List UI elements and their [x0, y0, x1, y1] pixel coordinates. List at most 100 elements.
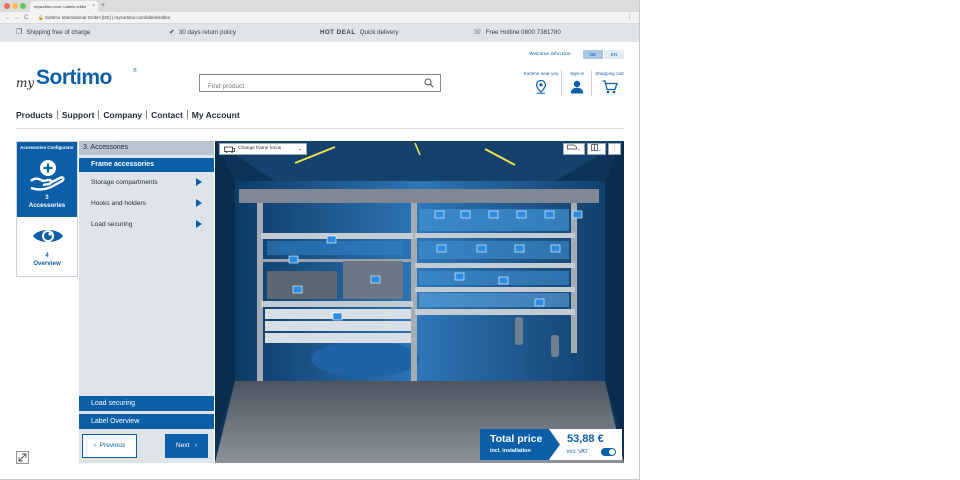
header-divider [16, 128, 624, 129]
info-strip: ❒ Shipping free of charge ✔ 30 days return… [0, 24, 639, 42]
next-button[interactable]: Next › [165, 434, 208, 458]
nav-products[interactable]: Products [16, 110, 53, 120]
tab-close-icon[interactable]: × [92, 1, 95, 12]
url-separator: | [111, 15, 114, 20]
sign-in-link[interactable]: Sign in [565, 71, 589, 97]
sortimo-logo[interactable]: my Sortimo ® [16, 66, 138, 96]
new-tab-icon[interactable]: + [101, 0, 105, 12]
lock-icon: 🔒 [38, 15, 44, 20]
menu-item-storage-compartments[interactable]: Storage compartments [79, 172, 214, 193]
checkmark-icon: ✔ [169, 29, 175, 36]
chevron-down-icon: ⌄ [297, 146, 302, 152]
user-icon [570, 80, 584, 94]
package-icon: ❒ [16, 29, 23, 36]
hot-deal-label: HOT DEAL [320, 29, 356, 36]
step-label: Accessories [28, 202, 66, 209]
total-price-label: Total price incl. installation [480, 429, 560, 460]
focus-label: Change frame focus [238, 146, 282, 151]
vat-label: incl. VAT [567, 449, 588, 455]
url-path: mysortimo.com/labels/editor [114, 15, 171, 20]
van-view-dropdown[interactable]: ⌄ [562, 143, 585, 155]
close-window-dot[interactable] [4, 3, 10, 9]
menu-item-load-securing[interactable]: Load securing [79, 214, 214, 235]
step-number: 4 [45, 252, 49, 259]
section-load-securing[interactable]: Load securing [79, 396, 214, 411]
change-frame-focus-dropdown[interactable]: Change frame focus ⌄ [219, 143, 307, 155]
nav-company[interactable]: Company [103, 110, 142, 120]
nav-contact[interactable]: Contact [151, 110, 183, 120]
search-icon[interactable] [424, 78, 434, 88]
step-label: Overview [33, 260, 61, 267]
total-price-title: Total price [490, 433, 543, 445]
van-icon [224, 146, 235, 153]
layout-view-dropdown[interactable]: ⌄ [586, 143, 606, 155]
sortimo-near-you-link[interactable]: Sortimo near you [523, 71, 559, 97]
nav-support[interactable]: Support [62, 110, 95, 120]
nav-divider [186, 110, 188, 119]
utility-divider [561, 70, 562, 96]
browser-window: mysortimo.com: Labels editor × + ← → C 🔒… [0, 0, 640, 480]
toggle-knob [609, 449, 615, 455]
total-price-box: Total price incl. installation 53,88 € i… [480, 429, 622, 460]
step-number: 3 [45, 194, 49, 201]
phone-icon: ☏ [473, 29, 482, 36]
chevron-right-icon: › [194, 442, 198, 449]
minimize-window-dot[interactable] [12, 3, 18, 9]
configurator-steps: Accessories Configurator 3 Accessories 4… [16, 141, 78, 277]
more-options-button[interactable]: ⋮ [608, 143, 621, 155]
chevron-down-icon: ⌄ [597, 147, 602, 153]
total-price-value: 53,88 € [567, 433, 604, 445]
menu-item-frame-accessories[interactable]: Frame accessories [79, 158, 214, 172]
returns-info: ✔ 30 days return policy [169, 29, 236, 36]
chevron-right-icon [196, 178, 202, 186]
search-box [199, 74, 441, 95]
chevron-right-icon [196, 220, 202, 228]
nav-my-account[interactable]: My Account [192, 110, 240, 120]
nav-divider [146, 110, 148, 119]
shipping-info: ❒ Shipping free of charge [16, 29, 91, 36]
nav-divider [56, 110, 58, 119]
location-pin-icon [536, 80, 546, 94]
forward-arrow-icon[interactable]: → [14, 12, 20, 24]
hot-deal-info[interactable]: HOT DEAL Quick delivery [320, 24, 398, 42]
van-interior-scene[interactable] [215, 141, 624, 463]
browser-tab[interactable]: mysortimo.com: Labels editor × [30, 1, 98, 12]
more-vertical-icon: ⋮ [612, 146, 617, 152]
van-side-icon [566, 144, 577, 150]
main-navigation: Products Support Company Contact My Account [16, 110, 240, 120]
menu-item-hooks-and-holders[interactable]: Hooks and holders [79, 193, 214, 214]
reload-icon[interactable]: C [24, 12, 28, 24]
language-en-button[interactable]: EN [604, 50, 624, 59]
chevron-down-icon: ⌄ [576, 146, 581, 152]
total-price-subtitle: incl. installation [490, 448, 531, 454]
accessories-icon [30, 160, 65, 191]
browser-menu-icon[interactable]: ⋮ [626, 12, 633, 23]
accessories-panel: 3. Accessories Frame accessories Storage… [79, 141, 214, 463]
step-overview[interactable]: 4 Overview [17, 217, 77, 277]
vat-toggle[interactable] [601, 448, 616, 456]
url-field[interactable]: 🔒 Sortimo International GmbH [DE] | myso… [38, 12, 170, 24]
previous-button[interactable]: ‹ Previous [82, 434, 137, 458]
utility-divider [591, 70, 592, 96]
van-3d-viewer[interactable]: Change frame focus ⌄ ⌄ ⌄ ⋮ Total price i… [215, 141, 624, 463]
browser-tab-bar: mysortimo.com: Labels editor × + [0, 0, 639, 12]
chevron-left-icon: ‹ [93, 442, 96, 449]
configurator-title: Accessories Configurator [17, 142, 77, 153]
step-accessories[interactable]: 3 Accessories [17, 153, 77, 217]
url-site: Sortimo International GmbH [DE] [44, 15, 111, 20]
maximize-window-dot[interactable] [20, 3, 26, 9]
fullscreen-icon[interactable] [16, 451, 29, 464]
hotline-info[interactable]: ☏ Free Hotline 0800 7381780 [473, 24, 561, 42]
view-toolbar: ⌄ ⌄ ⋮ [562, 143, 621, 155]
browser-tab-title: mysortimo.com: Labels editor [34, 4, 87, 9]
back-arrow-icon[interactable]: ← [5, 12, 11, 24]
section-label-overview[interactable]: Label Overview [79, 414, 214, 429]
shopping-cart-link[interactable]: Shopping cart [594, 71, 625, 97]
welcome-message: Welcome John Doe [529, 52, 571, 57]
browser-address-bar: ← → C 🔒 Sortimo International GmbH [DE] … [0, 12, 639, 24]
nav-divider [98, 110, 100, 119]
eye-icon [33, 230, 63, 242]
search-input[interactable] [200, 78, 410, 95]
cart-icon [602, 80, 618, 94]
language-de-button[interactable]: DE [583, 50, 603, 59]
